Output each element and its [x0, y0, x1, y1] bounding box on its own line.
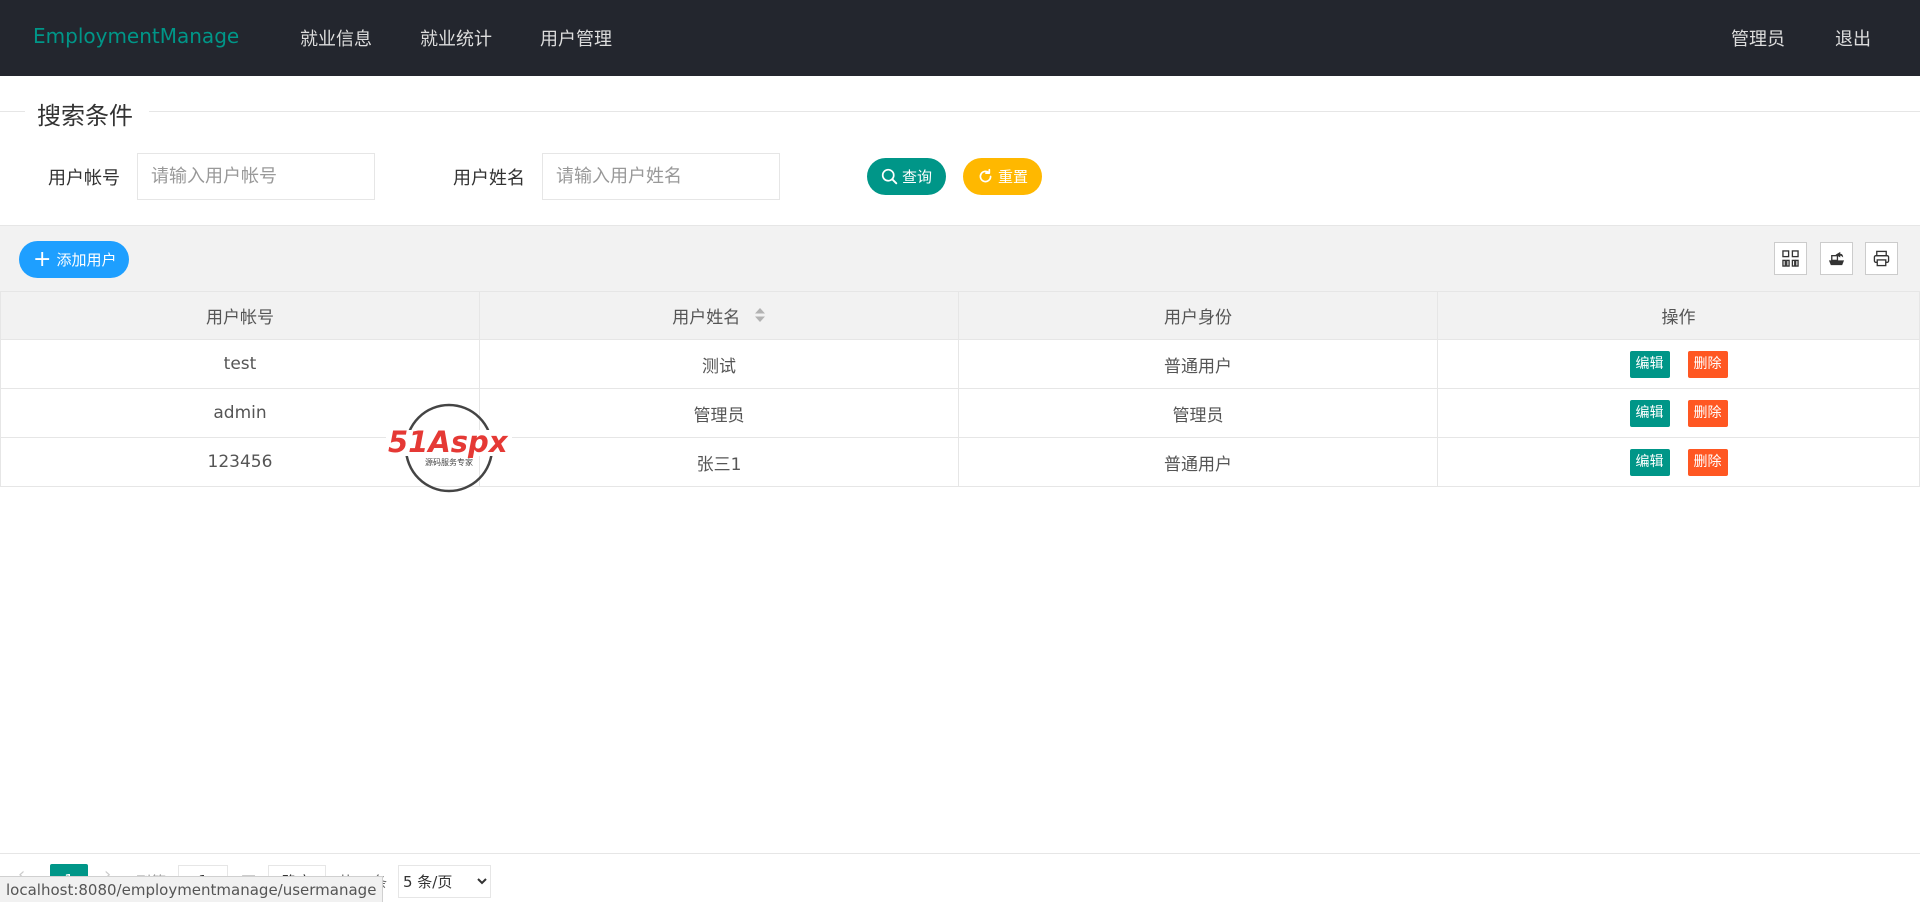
cell-name: 张三1 — [479, 437, 959, 487]
user-table: 用户帐号 用户姓名 用户身份 操作 test 测试 普通用户 编辑 删除 admi… — [0, 291, 1920, 487]
export-icon — [1828, 251, 1845, 266]
delete-button[interactable]: 删除 — [1687, 350, 1728, 378]
sort-icon[interactable] — [754, 307, 766, 328]
table-header-row: 用户帐号 用户姓名 用户身份 操作 — [0, 291, 1920, 340]
cell-account: admin — [0, 388, 480, 438]
edit-button[interactable]: 编辑 — [1629, 399, 1670, 427]
col-header-role: 用户身份 — [958, 291, 1438, 340]
search-button[interactable]: 查询 — [867, 158, 946, 195]
fieldset-border-right — [149, 111, 1920, 112]
nav-admin-user[interactable]: 管理员 — [1731, 25, 1785, 51]
nav-employment-stats[interactable]: 就业统计 — [420, 25, 492, 51]
cell-role: 普通用户 — [958, 339, 1438, 389]
top-header: EmploymentManage 就业信息 就业统计 用户管理 管理员 退出 — [0, 0, 1920, 76]
grid-columns-icon — [1782, 250, 1799, 267]
cell-account: test — [0, 339, 480, 389]
cell-actions: 编辑 删除 — [1437, 339, 1920, 389]
app-logo[interactable]: EmploymentManage — [33, 24, 239, 48]
refresh-icon — [979, 168, 992, 183]
print-button[interactable] — [1865, 242, 1898, 275]
nav-employment-info[interactable]: 就业信息 — [300, 25, 372, 51]
delete-button[interactable]: 删除 — [1687, 448, 1728, 476]
reset-button-label: 重置 — [998, 168, 1029, 186]
cell-actions: 编辑 删除 — [1437, 388, 1920, 438]
print-icon — [1873, 250, 1890, 267]
page-size-select[interactable]: 5 条/页 — [398, 865, 491, 898]
add-user-label: 添加用户 — [56, 251, 117, 269]
cell-name: 测试 — [479, 339, 959, 389]
name-input[interactable] — [542, 153, 780, 200]
fieldset-border-left — [0, 111, 25, 112]
cell-role: 普通用户 — [958, 437, 1438, 487]
table-row: test 测试 普通用户 编辑 删除 — [0, 339, 1920, 389]
nav-user-management[interactable]: 用户管理 — [540, 25, 612, 51]
edit-button[interactable]: 编辑 — [1629, 350, 1670, 378]
col-header-name[interactable]: 用户姓名 — [479, 291, 959, 340]
browser-status-url: localhost:8080/employmentmanage/usermana… — [0, 876, 384, 902]
add-user-button[interactable]: + 添加用户 — [19, 241, 129, 278]
account-input[interactable] — [137, 153, 375, 200]
column-filter-button[interactable] — [1774, 242, 1807, 275]
reset-button[interactable]: 重置 — [963, 158, 1042, 195]
export-button[interactable] — [1820, 242, 1853, 275]
account-label: 用户帐号 — [48, 168, 120, 189]
cell-actions: 编辑 删除 — [1437, 437, 1920, 487]
table-row: 123456 张三1 普通用户 编辑 删除 — [0, 437, 1920, 487]
cell-role: 管理员 — [958, 388, 1438, 438]
search-icon — [881, 168, 898, 185]
col-header-actions: 操作 — [1437, 291, 1920, 340]
cell-account: 123456 — [0, 437, 480, 487]
nav-logout[interactable]: 退出 — [1835, 25, 1871, 51]
search-button-label: 查询 — [902, 168, 933, 186]
plus-icon: + — [33, 246, 52, 272]
table-row: admin 管理员 管理员 编辑 删除 — [0, 388, 1920, 438]
cell-name: 管理员 — [479, 388, 959, 438]
col-header-name-label: 用户姓名 — [672, 307, 741, 328]
edit-button[interactable]: 编辑 — [1629, 448, 1670, 476]
name-label: 用户姓名 — [453, 168, 525, 189]
col-header-account: 用户帐号 — [0, 291, 480, 340]
table-toolbar: + 添加用户 — [0, 225, 1920, 291]
delete-button[interactable]: 删除 — [1687, 399, 1728, 427]
search-legend: 搜索条件 — [37, 102, 133, 130]
